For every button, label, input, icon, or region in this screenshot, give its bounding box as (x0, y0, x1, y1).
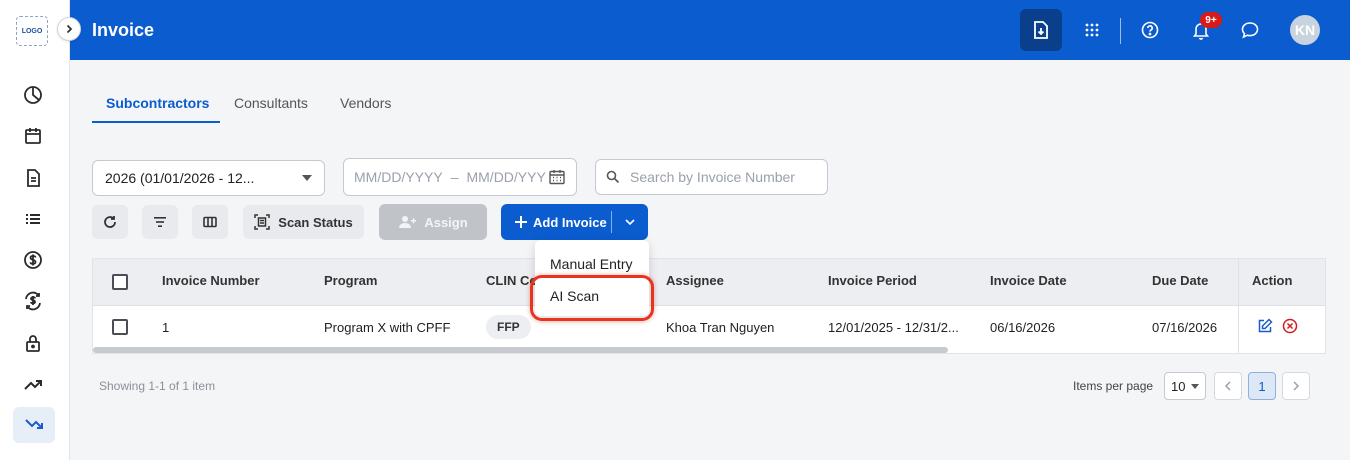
cell-invoice-period: 12/01/2025 - 12/31/2... (828, 320, 959, 335)
row-checkbox[interactable] (112, 319, 128, 335)
document-icon[interactable] (20, 165, 46, 191)
clin-chip: FFP (486, 315, 531, 339)
sidebar: LOGO (0, 0, 70, 460)
refresh-button[interactable] (92, 205, 128, 239)
notification-badge: 9+ (1200, 12, 1222, 28)
dollar-icon[interactable] (20, 247, 46, 273)
help-button[interactable] (1135, 15, 1165, 45)
header-divider (1120, 18, 1121, 44)
search-input[interactable]: Search by Invoice Number (595, 159, 828, 195)
search-placeholder: Search by Invoice Number (630, 169, 795, 185)
filter-icon (154, 217, 166, 227)
chevron-right-icon (1293, 381, 1300, 391)
top-header: Invoice 9+ KN (70, 0, 1350, 60)
tab-vendors[interactable]: Vendors (340, 95, 391, 111)
file-download-icon (1034, 21, 1048, 39)
chevron-right-icon (66, 24, 73, 34)
cell-assignee: Khoa Tran Nguyen (666, 320, 775, 335)
columns-button[interactable] (192, 205, 228, 239)
caret-down-icon (1191, 383, 1199, 389)
table-header: Invoice Number Program CLIN Co Assignee … (93, 259, 1325, 306)
tab-subcontractors[interactable]: Subcontractors (106, 95, 209, 111)
showing-count: Showing 1-1 of 1 item (99, 379, 216, 393)
column-assignee[interactable]: Assignee (666, 273, 724, 288)
columns-icon (203, 216, 217, 228)
column-program[interactable]: Program (324, 273, 377, 288)
scan-status-label: Scan Status (278, 214, 353, 230)
filter-button[interactable] (142, 205, 178, 239)
edit-icon[interactable] (1257, 318, 1273, 334)
prev-page-button[interactable] (1214, 372, 1242, 400)
download-button[interactable] (1020, 9, 1062, 51)
search-icon (606, 170, 620, 184)
cell-invoice-date: 06/16/2026 (990, 320, 1056, 335)
date-separator: – (450, 169, 459, 185)
column-invoice-number[interactable]: Invoice Number (162, 273, 260, 288)
add-invoice-split-button: Add Invoice (501, 204, 648, 240)
lock-icon[interactable] (20, 330, 46, 356)
calendar-icon[interactable] (548, 168, 566, 186)
period-select[interactable]: 2026 (01/01/2026 - 12... (92, 160, 325, 196)
chevron-left-icon (1224, 381, 1231, 391)
trending-up-icon[interactable] (20, 371, 46, 397)
cell-invoice-number: 1 (162, 320, 170, 335)
date-start-input[interactable]: MM/DD/YYYY (354, 169, 443, 185)
items-per-page-value: 10 (1171, 378, 1186, 394)
scan-icon (254, 214, 271, 230)
items-per-page-select[interactable]: 10 (1164, 372, 1206, 400)
invoice-table: Invoice Number Program CLIN Co Assignee … (92, 258, 1326, 354)
select-all-checkbox[interactable] (112, 274, 128, 290)
date-end-input[interactable]: MM/DD/YYY (466, 169, 545, 185)
tab-consultants[interactable]: Consultants (234, 95, 308, 111)
currency-exchange-icon[interactable] (20, 288, 46, 314)
next-page-button[interactable] (1282, 372, 1310, 400)
date-range-input[interactable]: MM/DD/YYYY – MM/DD/YYY (343, 158, 577, 196)
page-1-button[interactable]: 1 (1248, 372, 1276, 400)
trending-down-icon[interactable] (13, 407, 55, 443)
add-invoice-button[interactable]: Add Invoice (501, 215, 611, 230)
page-title: Invoice (92, 20, 155, 40)
list-icon[interactable] (20, 206, 46, 232)
scan-status-button[interactable]: Scan Status (243, 205, 364, 239)
column-action: Action (1252, 273, 1293, 288)
calendar-icon[interactable] (20, 123, 46, 149)
ai-scan-highlight (530, 275, 654, 321)
active-tab-indicator (92, 121, 220, 123)
cell-program: Program X with CPFF (324, 320, 451, 335)
pie-chart-icon[interactable] (20, 82, 46, 108)
column-invoice-period[interactable]: Invoice Period (828, 273, 917, 288)
action-column: Action (1238, 259, 1325, 353)
cell-due-date: 07/16/2026 (1152, 320, 1218, 335)
add-invoice-dropdown-toggle[interactable] (612, 219, 648, 225)
logo: LOGO (16, 16, 48, 46)
add-person-icon (399, 216, 417, 228)
period-select-value: 2026 (01/01/2026 - 12... (105, 170, 255, 186)
grid-icon (1085, 23, 1099, 37)
chevron-down-icon (625, 219, 635, 225)
assign-button[interactable]: Assign (379, 204, 487, 240)
column-due-date[interactable]: Due Date (1152, 273, 1208, 288)
menu-item-manual-entry[interactable]: Manual Entry (550, 256, 632, 272)
help-icon (1141, 21, 1159, 39)
caret-down-icon (302, 175, 312, 181)
apps-button[interactable] (1077, 15, 1107, 45)
column-invoice-date[interactable]: Invoice Date (990, 273, 1067, 288)
chat-bubble-icon (1241, 22, 1259, 39)
sidebar-expand-button[interactable] (57, 17, 81, 41)
user-avatar[interactable]: KN (1290, 15, 1320, 45)
delete-icon[interactable] (1282, 318, 1298, 334)
assign-label: Assign (424, 214, 468, 230)
horizontal-scrollbar[interactable] (93, 347, 948, 353)
chat-button[interactable] (1235, 15, 1265, 45)
add-invoice-label: Add Invoice (533, 214, 607, 230)
plus-icon (515, 216, 527, 228)
items-per-page-label: Items per page (1073, 379, 1154, 393)
refresh-icon (104, 216, 116, 228)
